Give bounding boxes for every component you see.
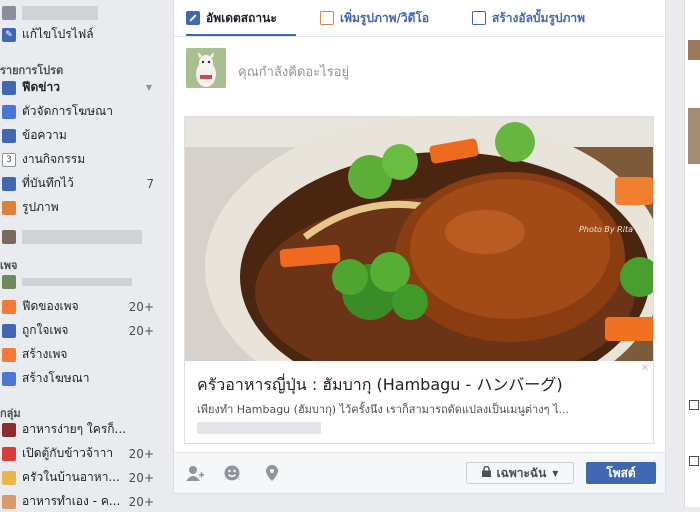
sidebar-item-count: 20+ (128, 470, 154, 485)
status-input[interactable]: คุณกำลังคิดอะไรอยู่ (238, 61, 349, 82)
sidebar-item-label: อาหารง่ายๆ ใครก็... (22, 422, 126, 436)
user-avatar (186, 48, 226, 88)
saved-icon (2, 176, 16, 191)
create-ad-icon (2, 371, 16, 386)
active-tab-indicator (186, 34, 296, 36)
edit-icon[interactable] (689, 400, 699, 410)
lock-icon (481, 465, 491, 480)
edit-icon[interactable] (689, 456, 699, 466)
link-title[interactable]: ครัวอาหารญี่ปุ่น : ฮัมบากุ (Hambagu - ハン… (197, 371, 563, 398)
sidebar-item[interactable]: สร้างโฆษณา (0, 368, 160, 389)
composer-actions-bar: เฉพาะฉัน ▼ โพสต์ (174, 452, 665, 493)
sidebar-item-label: สร้างเพจ (22, 347, 68, 361)
sidebar-item-label: ที่บันทึกไว้ (22, 176, 74, 190)
sidebar-item[interactable]: สร้างเพจ (0, 344, 160, 365)
chevron-down-icon: ▼ (552, 468, 559, 478)
sidebar-item[interactable]: เปิดตู้กับข้าวจ้าาา 20+ (0, 443, 160, 464)
sidebar-item-label: สร้างโฆษณา (22, 371, 90, 385)
sidebar-item-label: ฟีดข่าว (22, 80, 60, 94)
tab-label: สร้างอัลบั้มรูปภาพ (492, 10, 586, 25)
composer-tabs: อัพเดตสถานะ เพิ่มรูปภาพ/วิดีโอ สร้างอัลบ… (174, 0, 665, 37)
edit-profile-link[interactable]: ✎ แก้ไขโปรไฟล์ (0, 24, 160, 45)
right-column (684, 0, 700, 507)
group-house-icon (2, 470, 16, 485)
chevron-down-icon[interactable]: ▼ (146, 83, 152, 92)
right-thumb-2[interactable] (688, 108, 700, 164)
sidebar-item-count: 20+ (128, 299, 154, 314)
sidebar-item[interactable]: อาหารง่ายๆ ใครก็... (0, 419, 160, 440)
sidebar-item-count: 20+ (128, 494, 154, 509)
sidebar-item-count: 20+ (128, 323, 154, 338)
group-wine-icon (2, 422, 16, 437)
profile-link[interactable] (0, 2, 160, 23)
sidebar-item-redacted[interactable] (0, 226, 160, 247)
page-avatar-icon (2, 274, 16, 289)
link-preview-image[interactable]: Photo By Rita (185, 117, 653, 361)
sidebar-item[interactable]: ฟีดของเพจ 20+ (0, 296, 160, 317)
album-icon (472, 11, 486, 25)
sidebar-item-page-redacted[interactable] (0, 271, 160, 292)
sidebar-item[interactable]: ฟีดข่าว ▼ (0, 77, 160, 98)
tag-friends-icon[interactable] (186, 465, 204, 485)
redacted-page-label (22, 277, 132, 286)
feeling-icon[interactable] (224, 465, 240, 485)
tab-label: เพิ่มรูปภาพ/วิดีโอ (340, 10, 430, 25)
close-icon[interactable]: ✕ (641, 363, 649, 374)
profile-avatar (2, 5, 16, 20)
sidebar-item[interactable]: ตัวจัดการโฆษณา (0, 101, 160, 122)
redacted-label (22, 229, 142, 244)
edit-profile-label: แก้ไขโปรไฟล์ (22, 27, 94, 41)
sidebar-item[interactable]: ที่บันทึกไว้ 7 (0, 173, 160, 194)
tab-update-status[interactable]: อัพเดตสถานะ (186, 8, 277, 28)
sidebar-item-count: 7 (146, 176, 154, 191)
photo-icon (320, 11, 334, 25)
link-description: เพียงทำ Hambagu (ฮัมบากุ) ไว้ครั้งนึง เร… (197, 403, 570, 416)
post-button[interactable]: โพสต์ (586, 462, 656, 484)
link-domain-redacted (197, 422, 321, 434)
pencil-icon (186, 11, 200, 25)
photo-credit: Photo By Rita (579, 225, 633, 234)
like-pages-icon (2, 323, 16, 338)
sidebar-item-count: 20+ (128, 446, 154, 461)
privacy-selector[interactable]: เฉพาะฉัน ▼ (466, 462, 574, 484)
location-pin-icon[interactable] (266, 465, 278, 485)
link-preview-card[interactable]: Photo By Rita ✕ ครัวอาหารญี่ปุ่น : ฮัมบา… (184, 116, 654, 444)
sidebar-item[interactable]: อาหารทำเอง - ค... 20+ (0, 491, 160, 512)
privacy-label: เฉพาะฉัน (496, 465, 547, 480)
photos-icon (2, 200, 16, 215)
sidebar-item[interactable]: ถูกใจเพจ 20+ (0, 320, 160, 341)
sidebar-item-label: งานกิจกรรม (22, 152, 86, 166)
tab-create-album[interactable]: สร้างอัลบั้มรูปภาพ (472, 8, 585, 28)
sidebar-item-label: ตัวจัดการโฆษณา (22, 104, 113, 118)
sidebar-item-label: ข้อความ (22, 128, 67, 142)
messages-icon (2, 128, 16, 143)
sidebar-item[interactable]: ครัวในบ้านอาหา... 20+ (0, 467, 160, 488)
tab-label: อัพเดตสถานะ (206, 10, 277, 25)
right-thumb-1[interactable] (688, 40, 700, 60)
sidebar-item[interactable]: รูปภาพ (0, 197, 160, 218)
sidebar-item[interactable]: ข้อความ (0, 125, 160, 146)
sidebar-item[interactable]: 3 งานกิจกรรม (0, 149, 160, 170)
group-hand-icon (2, 494, 16, 509)
left-sidebar: ✎ แก้ไขโปรไฟล์ รายการโปรด ฟีดข่าว ▼ ตัวจัด… (0, 0, 172, 509)
events-icon: 3 (2, 152, 16, 167)
status-composer: อัพเดตสถานะ เพิ่มรูปภาพ/วิดีโอ สร้างอัลบ… (173, 0, 666, 494)
sidebar-item-label: รูปภาพ (22, 200, 59, 214)
ads-manager-icon (2, 104, 16, 119)
create-page-icon (2, 347, 16, 362)
profile-name-redacted (22, 5, 98, 20)
group-apple-icon (2, 446, 16, 461)
user-avatar-icon (2, 229, 16, 244)
pencil-icon: ✎ (2, 27, 16, 42)
pages-feed-icon (2, 299, 16, 314)
tab-add-photo-video[interactable]: เพิ่มรูปภาพ/วิดีโอ (320, 8, 429, 28)
news-feed-icon (2, 80, 16, 95)
